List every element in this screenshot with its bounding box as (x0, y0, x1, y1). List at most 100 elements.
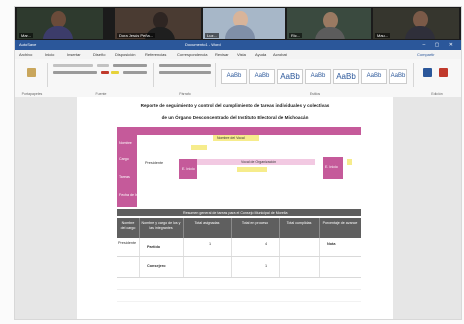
tab-vista[interactable]: Vista (237, 52, 246, 57)
style-title[interactable]: AaBb (333, 69, 359, 84)
blank-line (117, 301, 361, 302)
font-size-box[interactable] (97, 64, 109, 67)
header-cell: Total en proceso (231, 218, 280, 238)
row-cell: Partido (147, 245, 161, 249)
style-subtitle[interactable]: AaBb (361, 69, 387, 84)
column-divider (231, 238, 232, 278)
doc-title-line1: Reporte de seguimiento y control del cum… (140, 103, 330, 108)
style-normal[interactable]: AaBb (221, 69, 247, 84)
participant-tile[interactable]: Luz... (203, 8, 285, 39)
inicio-box-left: E. Inicio (179, 159, 197, 179)
screen-capture: Mar... Dora Jesús Peña... Luz... Ric... … (14, 6, 462, 320)
format-buttons-icon[interactable] (53, 71, 97, 74)
inicio-field[interactable] (237, 167, 267, 172)
tab-acrobat[interactable]: Acrobat (273, 52, 287, 57)
row-cell: 4 (265, 242, 268, 246)
header-cell: Total asignadas (183, 218, 232, 238)
font-group: Fuente (49, 63, 154, 96)
vocal-field-label: Nombre del Vocal (217, 136, 245, 140)
share-button[interactable]: Compartir (417, 52, 435, 57)
participant-name: Luz... (205, 33, 219, 38)
row-cell: 1 (209, 242, 212, 246)
left-label: Cargo (119, 157, 129, 161)
style-heading2[interactable]: AaBb (305, 69, 331, 84)
row-cell: Nota (327, 242, 336, 246)
tab-correspondencia[interactable]: Correspondencia (177, 52, 207, 57)
presidente-field[interactable] (191, 145, 207, 150)
font-name-box[interactable] (53, 64, 93, 67)
header-text: Porcentaje de avance (322, 221, 358, 225)
styles-group: AaBb AaBb AaBb AaBb AaBb AaBb AaBb Estil… (217, 63, 414, 96)
autosave-label[interactable]: AutoSave (19, 42, 36, 47)
participant-name: Dora Jesús Peña... (117, 33, 156, 38)
find-icon[interactable] (423, 68, 432, 77)
word-title-bar: AutoSave Documento1 - Word – ▢ ✕ (15, 40, 461, 50)
column-divider (279, 238, 280, 278)
tab-insertar[interactable]: Insertar (67, 52, 81, 57)
ribbon: Portapapeles Fuente Párrafo AaBb AaBb Aa… (15, 59, 461, 98)
doc-title-line2: de un Órgano Desconcentrado del Institut… (161, 115, 309, 120)
participant-strip: Mar... Dora Jesús Peña... Luz... Ric... … (15, 7, 461, 40)
row-cell: Consejero (147, 264, 166, 268)
participant-tile[interactable]: Ric... (287, 8, 371, 39)
style-heading1[interactable]: AaBb (277, 69, 303, 84)
group-label: Edición (431, 92, 443, 96)
clipboard-group: Portapapeles (17, 63, 48, 96)
column-divider (319, 238, 320, 278)
tab-inicio[interactable]: Inicio (45, 52, 54, 57)
participant-body (225, 25, 255, 39)
dictate-icon[interactable] (439, 68, 448, 77)
font-color-icon[interactable] (101, 71, 109, 74)
participant-body (315, 27, 345, 39)
participant-tile[interactable]: Mau... (373, 8, 459, 39)
list-icon[interactable] (159, 64, 211, 67)
window-title: Documento1 - Word (185, 42, 221, 47)
summary-table-body: Presidente Partido 1 4 Nota Consejero 1 (117, 238, 361, 278)
header-cell: Nombre y cargo de los y las integrantes (139, 218, 184, 238)
header-cell: Total cumplidas (279, 218, 320, 238)
editing-group: Edición (415, 63, 459, 96)
form-block: Nombre del Vocal Nombre Cargo Tareas Fec… (117, 127, 361, 207)
column-divider (139, 238, 140, 278)
case-icon[interactable] (123, 71, 147, 74)
header-text: Total cumplidas (286, 221, 312, 225)
participant-tile[interactable]: Mar... (17, 8, 103, 39)
participant-tile[interactable]: Dora Jesús Peña... (115, 8, 201, 39)
summary-table-header: Nombre del cargo Nombre y cargo de los y… (117, 218, 361, 238)
header-text: Nombre y cargo de los y las integrantes (141, 221, 181, 230)
header-cell: Porcentaje de avance (319, 218, 361, 238)
summary-banner-label: Resumen general de tareas para el Consej… (183, 210, 288, 215)
row-cell: 1 (265, 264, 268, 268)
tab-diseno[interactable]: Diseño (93, 52, 105, 57)
align-icon[interactable] (159, 71, 211, 74)
inicio-left-label: E. Inicio (182, 167, 195, 171)
style-nospace[interactable]: AaBb (249, 69, 275, 84)
tab-referencias[interactable]: Referencias (145, 52, 166, 57)
vocal-field[interactable]: Nombre del Vocal (213, 135, 259, 141)
left-label: Tareas (119, 175, 130, 179)
tab-disposicion[interactable]: Disposición (115, 52, 135, 57)
presidente-label: Presidente (145, 161, 164, 165)
tab-revisar[interactable]: Revisar (215, 52, 229, 57)
group-label: Portapapeles (21, 92, 43, 96)
tab-ayuda[interactable]: Ayuda (255, 52, 266, 57)
vocal-bar: Vocal de Organización (197, 159, 315, 165)
highlight-icon[interactable] (111, 71, 119, 74)
summary-banner: Resumen general de tareas para el Consej… (117, 209, 361, 216)
left-label: Nombre (119, 141, 132, 145)
group-label: Estilos (309, 92, 321, 96)
window-controls[interactable]: – ▢ ✕ (423, 42, 457, 48)
header-text: Nombre del cargo (120, 221, 136, 230)
tab-archivo[interactable]: Archivo (19, 52, 32, 57)
participant-body (405, 26, 435, 39)
document-page[interactable]: Reporte de seguimiento y control del cum… (77, 97, 393, 319)
row-divider (117, 277, 361, 278)
font-tools-icon[interactable] (113, 64, 147, 67)
form-header-bar (117, 127, 361, 135)
inicio-right-label: E. Inicio (325, 165, 338, 169)
header-cell: Nombre del cargo (117, 218, 140, 238)
paste-icon[interactable] (27, 68, 36, 77)
style-emphasis[interactable]: AaBb (389, 69, 407, 84)
small-field[interactable] (347, 159, 352, 165)
participant-name: Ric... (289, 33, 303, 38)
